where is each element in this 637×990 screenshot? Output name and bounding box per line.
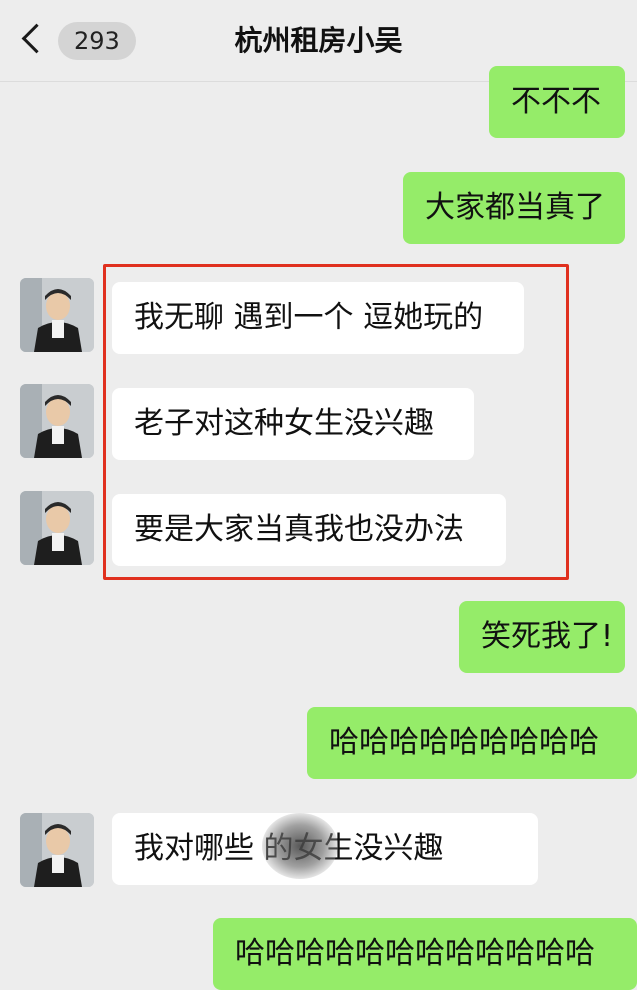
avatar[interactable] <box>20 813 94 887</box>
outgoing-message-bubble[interactable]: 大家都当真了 <box>403 172 625 244</box>
censor-blur <box>262 813 338 879</box>
outgoing-message-bubble[interactable]: 笑死我了! <box>459 601 625 673</box>
outgoing-message-bubble[interactable]: 哈哈哈哈哈哈哈哈哈哈哈哈 <box>213 918 637 990</box>
outgoing-message-bubble[interactable]: 哈哈哈哈哈哈哈哈哈 <box>307 707 637 779</box>
person-photo-icon <box>20 384 94 458</box>
person-photo-icon <box>20 278 94 352</box>
avatar[interactable] <box>20 278 94 352</box>
avatar[interactable] <box>20 491 94 565</box>
chat-title: 杭州租房小吴 <box>234 24 403 57</box>
highlight-box <box>103 264 569 580</box>
avatar[interactable] <box>20 384 94 458</box>
person-photo-icon <box>20 491 94 565</box>
outgoing-message-bubble[interactable]: 不不不 <box>489 66 625 138</box>
person-photo-icon <box>20 813 94 887</box>
